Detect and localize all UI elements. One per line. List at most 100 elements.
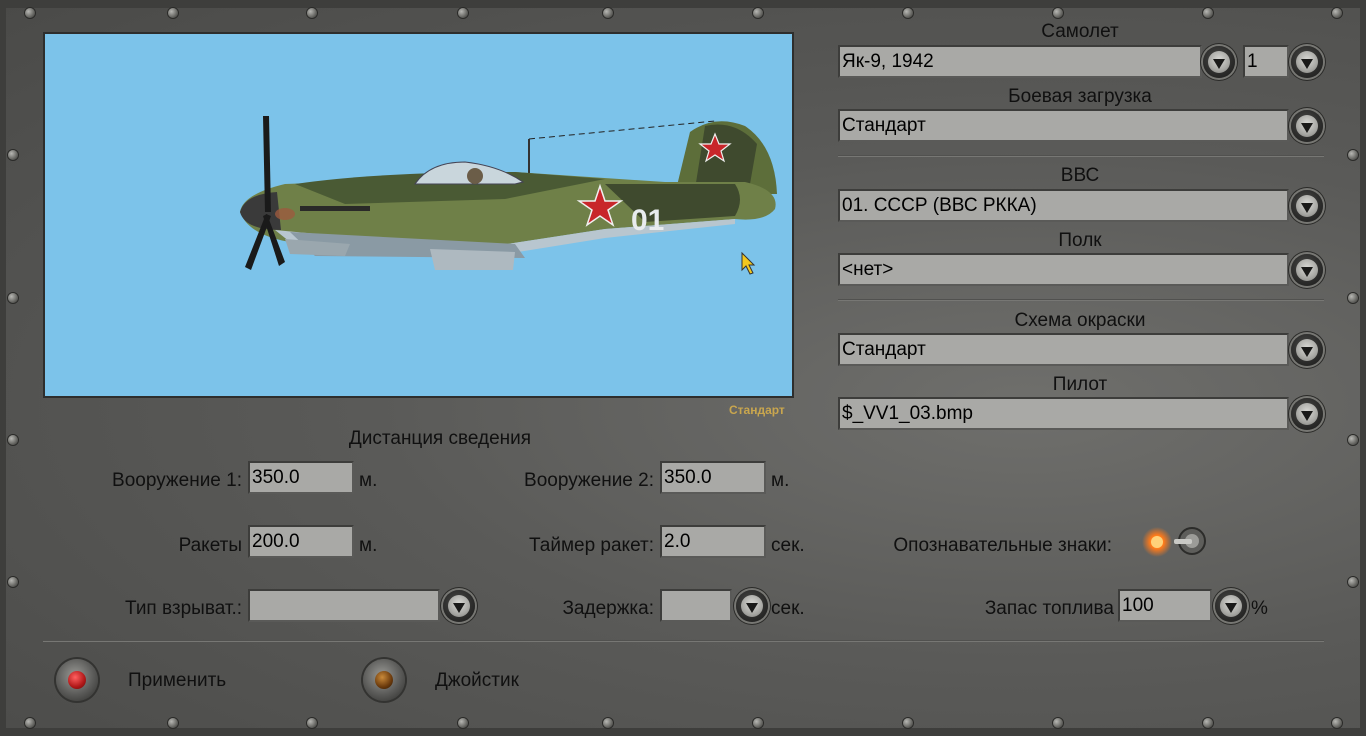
rocket-timer-input[interactable]: 2.0 <box>660 525 766 558</box>
delay-unit: сек. <box>771 598 805 619</box>
chevron-down-icon <box>1301 410 1313 421</box>
chevron-down-icon <box>1301 266 1313 277</box>
aircraft-preview: 01 <box>43 32 794 398</box>
rivet-icon <box>753 8 763 18</box>
pilot-label: Пилот <box>1052 374 1108 395</box>
rivet-icon <box>8 435 18 445</box>
fuel-label: Запас топлива <box>984 598 1114 619</box>
rivet-icon <box>307 8 317 18</box>
fuel-dropdown-button[interactable] <box>1215 590 1247 622</box>
regiment-dropdown-button[interactable] <box>1291 254 1323 286</box>
markings-toggle[interactable] <box>1140 522 1210 562</box>
divider <box>838 155 1324 157</box>
fuel-select[interactable]: 100 <box>1118 589 1212 622</box>
pilot-dropdown-button[interactable] <box>1291 398 1323 430</box>
rocket-timer-unit: сек. <box>771 535 805 556</box>
aircraft-select[interactable]: Як-9, 1942 <box>838 45 1202 78</box>
chevron-down-icon <box>1301 346 1313 357</box>
joystick-label[interactable]: Джойстик <box>435 670 519 692</box>
skin-label: Схема окраски <box>1014 310 1146 331</box>
rivet-icon <box>8 150 18 160</box>
rivet-icon <box>603 718 613 728</box>
chevron-down-icon <box>1301 202 1313 213</box>
rockets-unit: м. <box>359 535 378 556</box>
preview-caption: Стандарт <box>729 403 785 417</box>
rivet-icon <box>903 8 913 18</box>
delay-select[interactable] <box>660 589 732 622</box>
rivet-icon <box>1203 8 1213 18</box>
rivet-icon <box>1332 718 1342 728</box>
rivet-icon <box>25 8 35 18</box>
rocket-timer-label: Таймер ракет: <box>529 535 654 556</box>
rivet-icon <box>307 718 317 728</box>
rivet-icon <box>168 718 178 728</box>
rivet-icon <box>1203 718 1213 728</box>
aircraft-count-select[interactable]: 1 <box>1243 45 1289 78</box>
chevron-down-icon <box>1301 122 1313 133</box>
rivet-icon <box>1348 435 1358 445</box>
frame-left <box>0 0 6 736</box>
chevron-down-icon <box>1213 58 1225 69</box>
joystick-button[interactable] <box>363 659 405 701</box>
rockets-distance-input[interactable]: 200.0 <box>248 525 354 558</box>
mouse-cursor-icon <box>741 251 756 275</box>
rivet-icon <box>603 8 613 18</box>
weapon2-label: Вооружение 2: <box>524 470 654 491</box>
rivet-icon <box>458 718 468 728</box>
aircraft-count-dropdown-button[interactable] <box>1291 46 1323 78</box>
delay-label: Задержка: <box>562 598 654 619</box>
air-force-dropdown-button[interactable] <box>1291 190 1323 222</box>
loadout-label: Боевая загрузка <box>1008 86 1152 107</box>
rivet-icon <box>8 293 18 303</box>
divider <box>43 640 1324 642</box>
aircraft-label: Самолет <box>1041 21 1119 42</box>
divider <box>838 299 1324 301</box>
frame-bottom <box>0 728 1366 736</box>
rivet-icon <box>8 577 18 587</box>
aircraft-dropdown-button[interactable] <box>1203 46 1235 78</box>
rivet-icon <box>168 8 178 18</box>
frame-right <box>1360 0 1366 736</box>
air-force-select[interactable]: 01. СССР (ВВС РККА) <box>838 189 1289 222</box>
weapon2-unit: м. <box>771 470 790 491</box>
toggle-switch-icon <box>1142 527 1206 557</box>
svg-text:01: 01 <box>631 204 664 237</box>
skin-select[interactable]: Стандарт <box>838 333 1289 366</box>
regiment-select[interactable]: <нет> <box>838 253 1289 286</box>
air-force-label: ВВС <box>1060 165 1100 186</box>
rivet-icon <box>903 718 913 728</box>
delay-dropdown-button[interactable] <box>736 590 768 622</box>
pilot-select[interactable]: $_VV1_03.bmp <box>838 397 1289 430</box>
chevron-down-icon <box>1225 602 1237 613</box>
aircraft-yak9-side-view-icon: 01 <box>240 116 777 275</box>
frame-top <box>0 0 1366 8</box>
weapon2-distance-input[interactable]: 350.0 <box>660 461 766 494</box>
rivet-icon <box>1053 8 1063 18</box>
amber-lamp-icon <box>375 671 393 689</box>
weapon1-unit: м. <box>359 470 378 491</box>
convergence-title: Дистанция сведения <box>348 428 532 449</box>
markings-label: Опознавательные знаки: <box>893 535 1112 556</box>
weapon1-distance-input[interactable]: 350.0 <box>248 461 354 494</box>
loadout-select[interactable]: Стандарт <box>838 109 1289 142</box>
rivet-icon <box>1348 293 1358 303</box>
rivet-icon <box>1053 718 1063 728</box>
regiment-label: Полк <box>1058 230 1102 251</box>
fuze-type-label: Тип взрыват.: <box>125 598 242 619</box>
red-lamp-icon <box>68 671 86 689</box>
rivet-icon <box>458 8 468 18</box>
rivet-icon <box>753 718 763 728</box>
rivet-icon <box>25 718 35 728</box>
weapon1-label: Вооружение 1: <box>112 470 242 491</box>
loadout-dropdown-button[interactable] <box>1291 110 1323 142</box>
rivet-icon <box>1332 8 1342 18</box>
apply-button[interactable] <box>56 659 98 701</box>
chevron-down-icon <box>1301 58 1313 69</box>
fuel-unit: % <box>1251 598 1268 619</box>
rockets-label: Ракеты <box>178 535 242 556</box>
fuze-type-select[interactable] <box>248 589 440 622</box>
rivet-icon <box>1348 577 1358 587</box>
chevron-down-icon <box>746 602 758 613</box>
apply-label[interactable]: Применить <box>128 670 226 692</box>
skin-dropdown-button[interactable] <box>1291 334 1323 366</box>
